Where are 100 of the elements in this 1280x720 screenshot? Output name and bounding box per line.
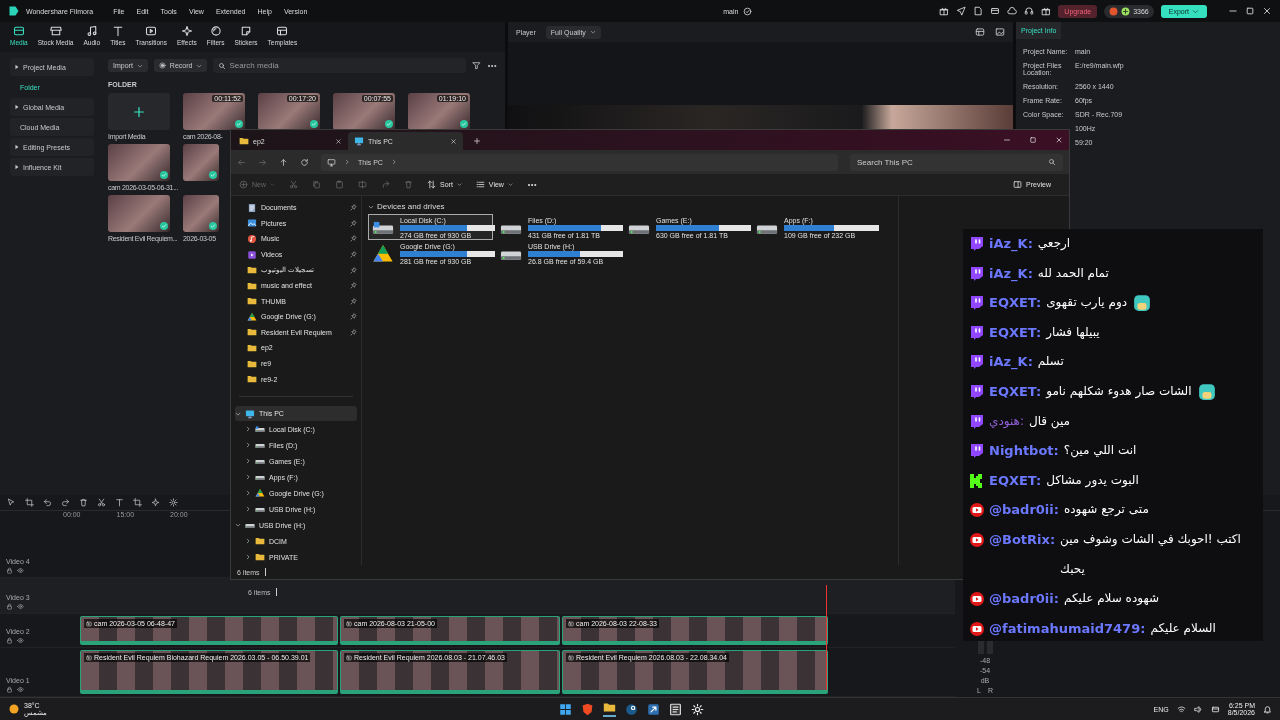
speech-bubble-icon	[969, 383, 985, 400]
eye-icon[interactable]	[17, 567, 24, 574]
check-icon	[209, 222, 217, 230]
undo-icon[interactable]	[43, 498, 52, 507]
letter-t-icon[interactable]	[115, 498, 124, 507]
monitor-icon	[354, 136, 364, 146]
maximize-icon[interactable]	[1245, 6, 1255, 16]
speech-bubble-icon	[969, 236, 985, 252]
circle-logo-icon[interactable]	[625, 702, 638, 716]
folder-icon[interactable]	[603, 701, 616, 717]
lock-icon[interactable]	[6, 637, 13, 644]
chevron-down-icon[interactable]	[368, 203, 374, 210]
folder-icon	[255, 552, 265, 563]
maximize-icon[interactable]	[1029, 136, 1037, 144]
scissors-icon[interactable]	[97, 498, 106, 507]
eye-icon[interactable]	[17, 686, 24, 693]
sun-icon	[8, 703, 20, 715]
tile-icon[interactable]	[669, 702, 682, 716]
speech-bubble-icon	[969, 324, 985, 341]
video-thumbnail[interactable]	[108, 195, 170, 232]
video-icon	[247, 249, 257, 260]
check-icon	[385, 120, 393, 128]
new-tab-icon[interactable]	[473, 137, 481, 145]
paper-plane-icon[interactable]	[956, 6, 967, 16]
chat-message: تسلم	[1037, 353, 1064, 371]
hard-drive-icon	[372, 220, 394, 236]
play-button-icon	[969, 531, 985, 548]
frame-icon	[12, 25, 25, 37]
caret-icon	[196, 62, 203, 69]
check-icon	[209, 171, 217, 179]
bell-icon[interactable]	[1263, 704, 1272, 714]
grid-icon[interactable]	[975, 27, 985, 37]
arrow-tile-icon[interactable]	[647, 702, 660, 716]
up-arrow-icon[interactable]	[279, 157, 288, 167]
lock-icon[interactable]	[6, 567, 13, 574]
document-icon[interactable]	[973, 6, 984, 16]
layout-icon	[276, 25, 289, 37]
record-icon	[158, 62, 166, 69]
pointer-icon[interactable]	[7, 498, 16, 507]
video-thumbnail[interactable]	[108, 144, 170, 181]
close-icon[interactable]	[335, 137, 342, 145]
play-button-icon	[969, 591, 985, 608]
ring-icon	[209, 25, 222, 37]
wifi-icon[interactable]	[1176, 704, 1186, 714]
caret-icon	[1192, 7, 1199, 15]
search-field[interactable]: Search media	[213, 58, 466, 73]
crop-icon[interactable]	[133, 498, 142, 507]
sparkle-icon[interactable]	[151, 498, 160, 507]
folder-icon	[247, 358, 257, 369]
gear-icon[interactable]	[169, 498, 178, 507]
rename-icon[interactable]	[358, 180, 367, 189]
chat-username: iAz_K:	[989, 353, 1033, 372]
filter-icon[interactable]	[472, 61, 481, 70]
picture-icon	[247, 218, 257, 229]
windows-logo-icon[interactable]	[559, 702, 572, 716]
folder-icon	[247, 327, 257, 338]
eye-icon[interactable]	[17, 637, 24, 644]
close-icon[interactable]	[1262, 6, 1272, 16]
headset-icon[interactable]	[1024, 6, 1035, 16]
close-icon[interactable]	[1055, 136, 1063, 144]
triangle-icon	[14, 104, 20, 110]
box-icon[interactable]	[990, 6, 1001, 16]
chat-username: EQXET:	[989, 294, 1042, 313]
close-icon[interactable]	[450, 137, 457, 145]
document-icon	[247, 202, 257, 213]
minimize-icon[interactable]	[1003, 136, 1011, 144]
search-field[interactable]: Search This PC	[850, 153, 1063, 171]
cloud-icon[interactable]	[1007, 6, 1018, 16]
eye-icon[interactable]	[17, 603, 24, 610]
check-icon	[160, 171, 168, 179]
lock-icon[interactable]	[6, 686, 13, 693]
crop-icon[interactable]	[25, 498, 34, 507]
lock-icon[interactable]	[6, 603, 13, 610]
box-icon[interactable]	[1210, 704, 1220, 714]
clipboard-icon[interactable]	[335, 180, 344, 189]
refresh-icon[interactable]	[300, 157, 309, 167]
app-logo-icon[interactable]	[8, 5, 20, 17]
import-tile[interactable]	[108, 93, 170, 130]
speech-bubble-icon	[969, 354, 985, 371]
speaker-icon[interactable]	[1193, 704, 1203, 714]
trash-icon[interactable]	[79, 498, 88, 507]
play-frame-icon	[145, 25, 158, 37]
triangle-logo-icon	[372, 243, 394, 265]
chat-message: انت اللي مين؟	[1063, 442, 1137, 460]
gift-icon[interactable]	[1041, 6, 1052, 16]
gift-icon[interactable]	[939, 6, 950, 16]
video-thumbnail[interactable]	[183, 144, 219, 181]
caret-icon	[589, 29, 596, 35]
shield-icon[interactable]	[581, 702, 594, 716]
chat-username: @badr0ii:	[989, 590, 1059, 609]
hard-drive-icon	[255, 442, 265, 449]
chat-username: EQXET:	[989, 323, 1042, 342]
speech-bubble-icon	[969, 413, 985, 430]
picture-icon[interactable]	[995, 27, 1005, 37]
caret-icon	[270, 182, 275, 187]
redo-icon[interactable]	[61, 498, 70, 507]
monitor-icon	[245, 408, 255, 419]
video-thumbnail[interactable]	[183, 195, 219, 232]
folder-icon	[255, 536, 265, 547]
chat-username: @fatimahumaid7479:	[989, 619, 1146, 638]
